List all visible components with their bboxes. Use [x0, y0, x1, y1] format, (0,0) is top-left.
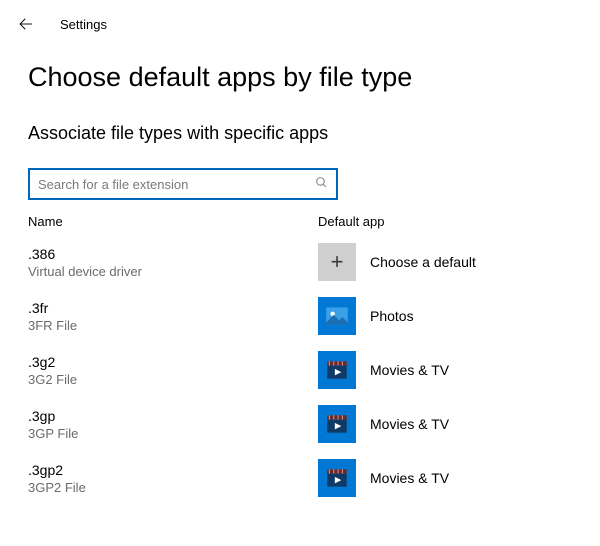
default-app-button[interactable]: Movies & TV	[318, 351, 449, 389]
column-headers: Name Default app	[0, 200, 600, 235]
movies-app-icon	[318, 405, 356, 443]
default-app-button[interactable]: Photos	[318, 297, 414, 335]
arrow-left-icon	[17, 15, 35, 33]
file-type-row: .3fr 3FR File Photos	[0, 289, 600, 343]
movies-app-icon	[318, 351, 356, 389]
page-title: Choose default apps by file type	[0, 36, 600, 93]
default-app-button[interactable]: + Choose a default	[318, 243, 476, 281]
section-title: Associate file types with specific apps	[0, 93, 600, 144]
file-type-info: .3g2 3G2 File	[28, 354, 318, 387]
file-type-row: .3g2 3G2 File Movies & TV	[0, 343, 600, 397]
default-app-label: Photos	[370, 308, 414, 324]
default-app-button[interactable]: Movies & TV	[318, 405, 449, 443]
file-extension: .3g2	[28, 354, 318, 370]
search-box[interactable]	[28, 168, 338, 200]
file-type-row: .386 Virtual device driver+ Choose a defau…	[0, 235, 600, 289]
header-title: Settings	[60, 17, 107, 32]
file-type-info: .3fr 3FR File	[28, 300, 318, 333]
search-container	[0, 144, 600, 200]
movies-app-icon	[318, 459, 356, 497]
file-extension: .3gp	[28, 408, 318, 424]
file-description: 3FR File	[28, 318, 318, 333]
default-app-button[interactable]: Movies & TV	[318, 459, 449, 497]
photos-app-icon	[318, 297, 356, 335]
file-description: 3GP File	[28, 426, 318, 441]
column-name: Name	[28, 214, 318, 229]
column-app: Default app	[318, 214, 385, 229]
file-type-row: .3gp 3GP File Movies & TV	[0, 397, 600, 451]
file-extension: .3fr	[28, 300, 318, 316]
file-type-info: .3gp2 3GP2 File	[28, 462, 318, 495]
default-app-label: Choose a default	[370, 254, 476, 270]
file-type-list: .386 Virtual device driver+ Choose a defau…	[0, 235, 600, 505]
back-button[interactable]	[14, 12, 38, 36]
file-type-info: .3gp 3GP File	[28, 408, 318, 441]
default-app-label: Movies & TV	[370, 416, 449, 432]
default-app-label: Movies & TV	[370, 362, 449, 378]
file-type-info: .386 Virtual device driver	[28, 246, 318, 279]
file-type-row: .3gp2 3GP2 File Movies & TV	[0, 451, 600, 505]
file-description: 3GP2 File	[28, 480, 318, 495]
file-extension: .386	[28, 246, 318, 262]
search-icon	[315, 176, 328, 192]
default-app-label: Movies & TV	[370, 470, 449, 486]
plus-icon: +	[318, 243, 356, 281]
header-bar: Settings	[0, 0, 600, 36]
search-input[interactable]	[38, 177, 315, 192]
file-extension: .3gp2	[28, 462, 318, 478]
file-description: 3G2 File	[28, 372, 318, 387]
file-description: Virtual device driver	[28, 264, 318, 279]
